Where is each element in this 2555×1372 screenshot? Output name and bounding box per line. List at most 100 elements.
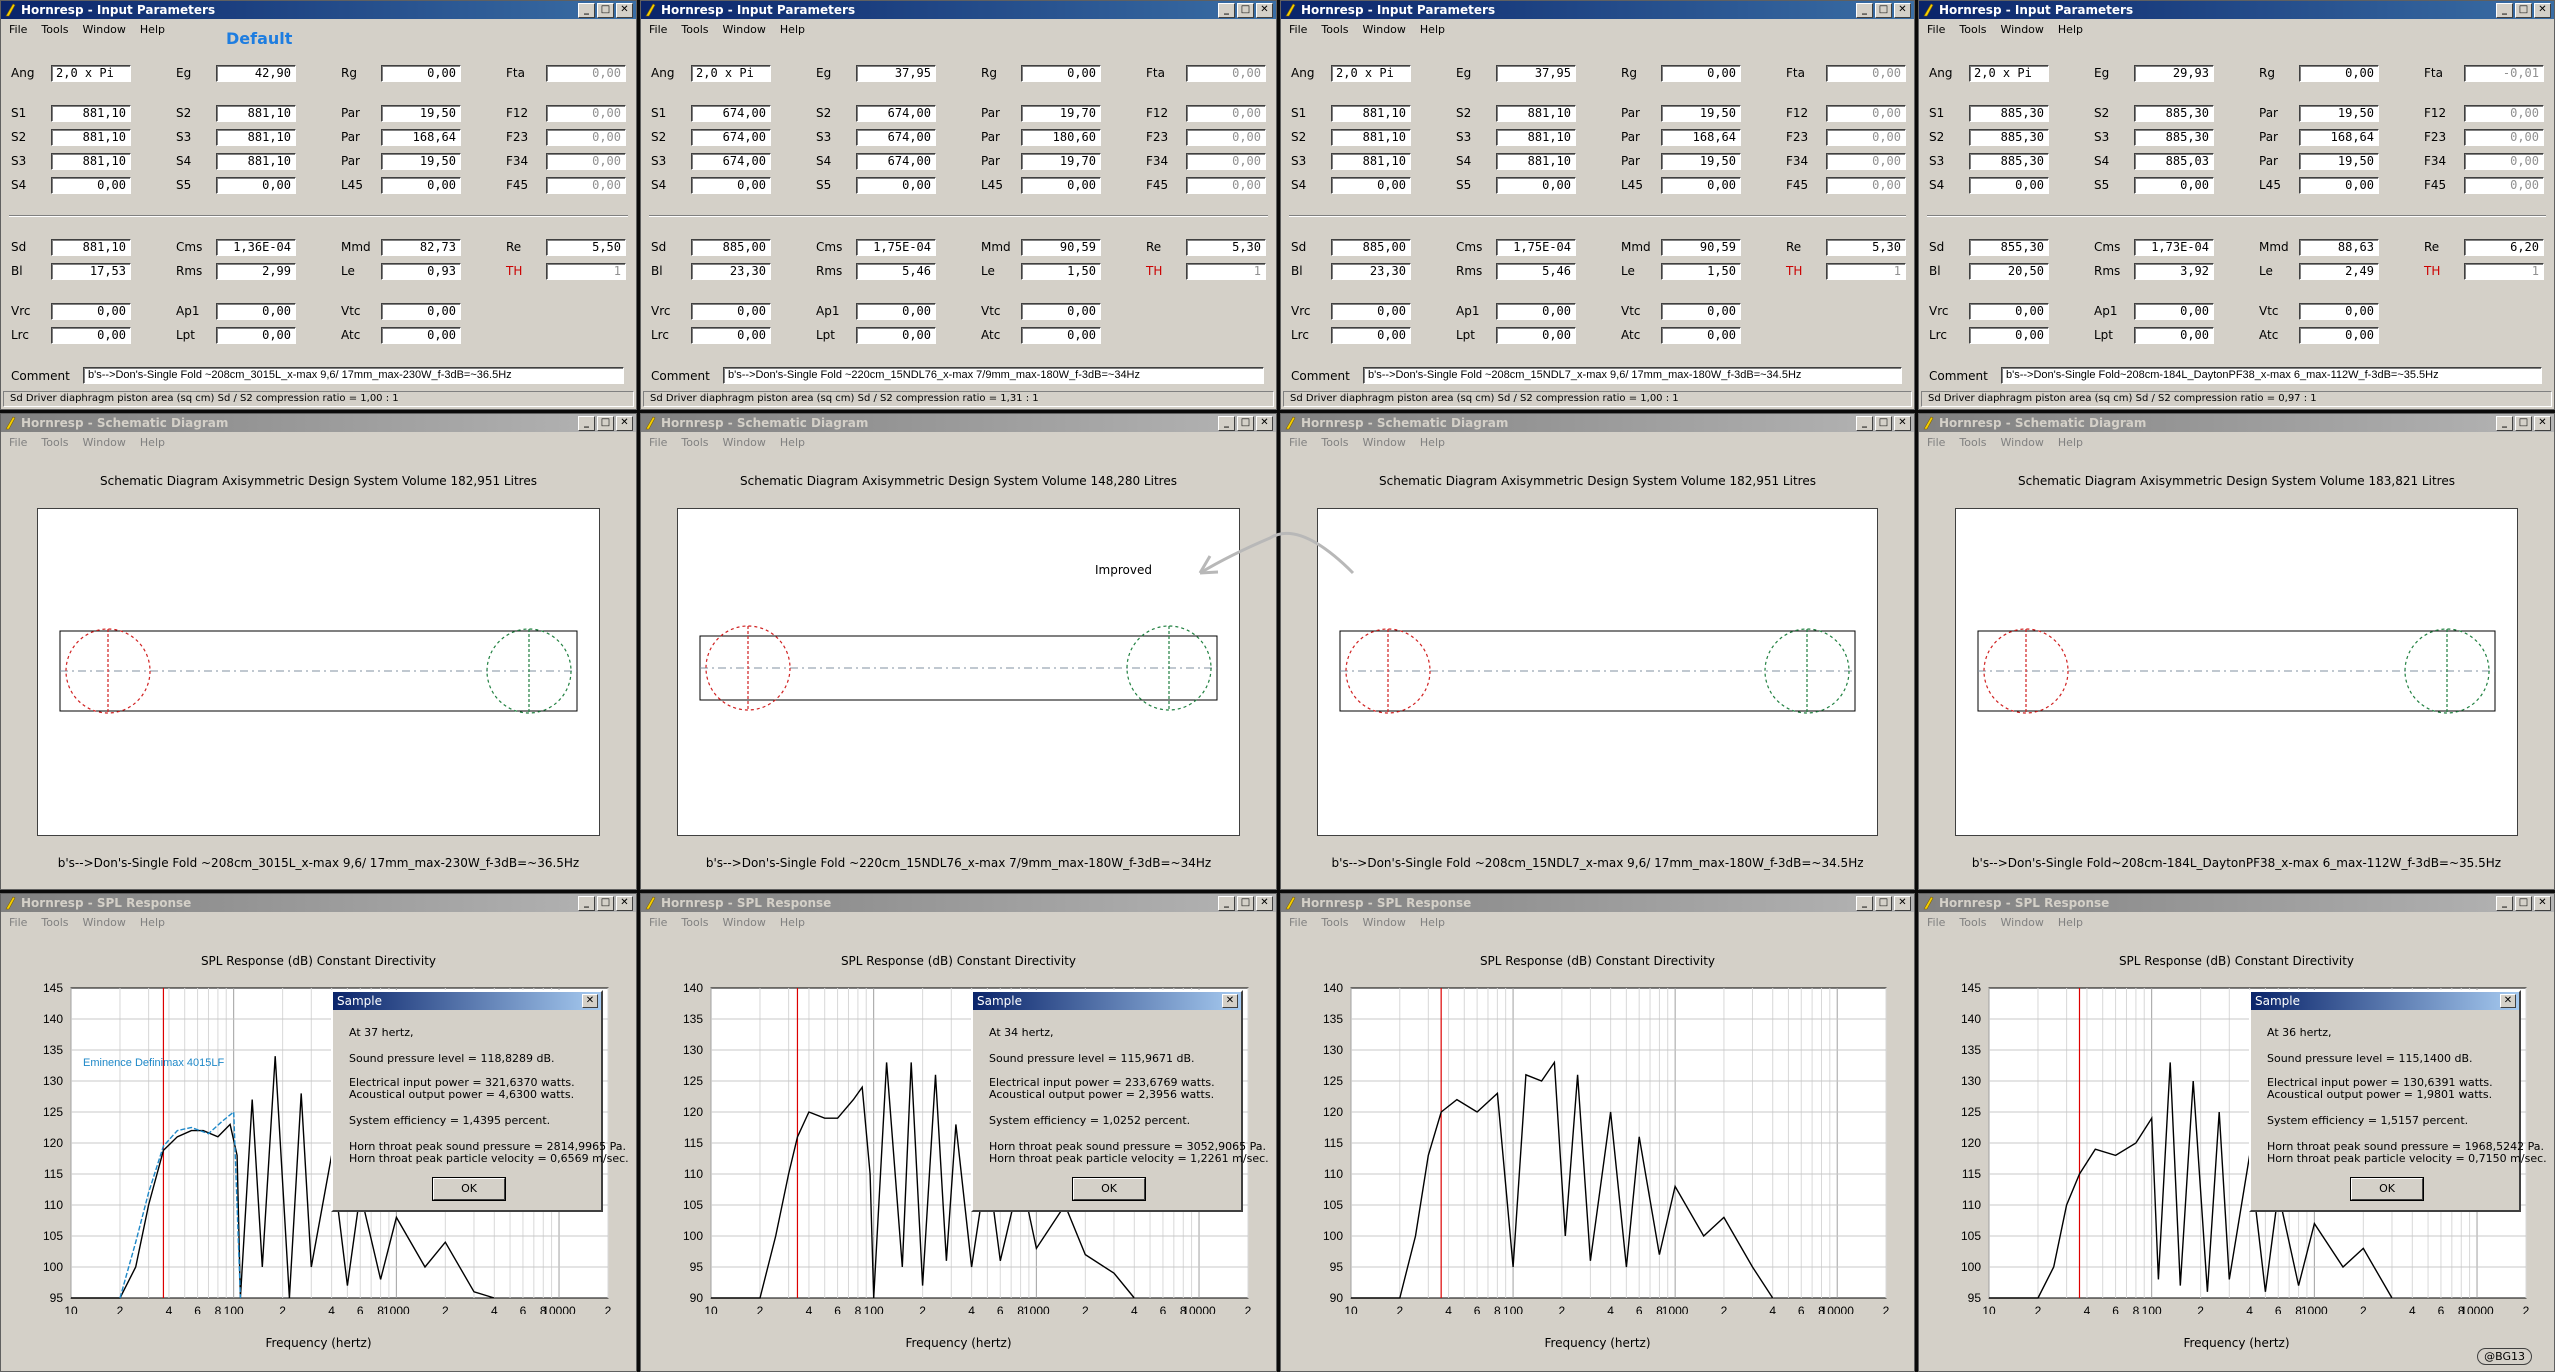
field-s3a[interactable]: 881,10 [1496, 129, 1576, 146]
menu-help[interactable]: Help [1412, 21, 1451, 39]
field-s5[interactable]: 0,00 [1496, 177, 1576, 194]
menu-help[interactable]: Help [2050, 434, 2089, 452]
field-vtc[interactable]: 0,00 [1661, 303, 1741, 320]
field-s3a[interactable]: 674,00 [856, 129, 936, 146]
field-fta[interactable]: 0,00 [1826, 65, 1906, 82]
menu-help[interactable]: Help [1412, 434, 1451, 452]
field-sd[interactable]: 855,30 [1969, 239, 2049, 256]
field-fta[interactable]: -0,01 [2464, 65, 2544, 82]
field-par3[interactable]: 19,50 [2299, 153, 2379, 170]
field-vrc[interactable]: 0,00 [1331, 303, 1411, 320]
field-s3a[interactable]: 885,30 [2134, 129, 2214, 146]
menu-file[interactable]: File [641, 434, 673, 452]
field-vtc[interactable]: 0,00 [2299, 303, 2379, 320]
field-lrc[interactable]: 0,00 [1969, 327, 2049, 344]
field-eg[interactable]: 29,93 [2134, 65, 2214, 82]
field-f12[interactable]: 0,00 [2464, 105, 2544, 122]
menu-window[interactable]: Window [75, 21, 132, 39]
field-rg[interactable]: 0,00 [1021, 65, 1101, 82]
close-button[interactable]: ✕ [616, 3, 633, 18]
field-s2a[interactable]: 885,30 [2134, 105, 2214, 122]
field-cms[interactable]: 1,75E-04 [856, 239, 936, 256]
comment-field[interactable]: b's-->Don's-Single Fold ~220cm_15NDL76_x… [723, 367, 1264, 384]
field-sd[interactable]: 881,10 [51, 239, 131, 256]
field-s3[interactable]: 881,10 [1331, 153, 1411, 170]
dialog-ok-button[interactable]: OK [2350, 1177, 2424, 1201]
close-button[interactable]: ✕ [2534, 416, 2551, 431]
field-ap1[interactable]: 0,00 [856, 303, 936, 320]
field-atc[interactable]: 0,00 [2299, 327, 2379, 344]
menu-tools[interactable]: Tools [33, 21, 74, 39]
field-s3[interactable]: 674,00 [691, 153, 771, 170]
menu-file[interactable]: File [1919, 434, 1951, 452]
field-par2[interactable]: 168,64 [381, 129, 461, 146]
field-s4[interactable]: 0,00 [51, 177, 131, 194]
field-f34[interactable]: 0,00 [1826, 153, 1906, 170]
field-f23[interactable]: 0,00 [1826, 129, 1906, 146]
field-vrc[interactable]: 0,00 [1969, 303, 2049, 320]
minimize-button[interactable]: _ [2496, 3, 2513, 18]
field-vrc[interactable]: 0,00 [691, 303, 771, 320]
field-bl[interactable]: 23,30 [691, 263, 771, 280]
field-l45[interactable]: 0,00 [1021, 177, 1101, 194]
field-ang[interactable]: 2,0 x Pi [1331, 65, 1411, 82]
field-lpt[interactable]: 0,00 [216, 327, 296, 344]
close-button[interactable]: ✕ [1894, 3, 1911, 18]
field-s1[interactable]: 885,30 [1969, 105, 2049, 122]
minimize-button[interactable]: _ [1218, 416, 1235, 431]
field-ang[interactable]: 2,0 x Pi [51, 65, 131, 82]
field-mmd[interactable]: 88,63 [2299, 239, 2379, 256]
menu-window[interactable]: Window [1355, 434, 1412, 452]
maximize-button[interactable]: □ [1237, 3, 1254, 18]
field-s2[interactable]: 885,30 [1969, 129, 2049, 146]
field-ap1[interactable]: 0,00 [216, 303, 296, 320]
menu-file[interactable]: File [641, 21, 673, 39]
field-l45[interactable]: 0,00 [2299, 177, 2379, 194]
menu-file[interactable]: File [1919, 21, 1951, 39]
menu-tools[interactable]: Tools [673, 21, 714, 39]
field-f45[interactable]: 0,00 [1826, 177, 1906, 194]
dialog-close-button[interactable]: ✕ [582, 994, 598, 1008]
field-th[interactable]: 1 [1186, 263, 1266, 280]
field-th[interactable]: 1 [2464, 263, 2544, 280]
menu-help[interactable]: Help [2050, 21, 2089, 39]
field-le[interactable]: 0,93 [381, 263, 461, 280]
field-vtc[interactable]: 0,00 [381, 303, 461, 320]
dialog-close-button[interactable]: ✕ [2500, 994, 2516, 1008]
field-cms[interactable]: 1,36E-04 [216, 239, 296, 256]
menu-tools[interactable]: Tools [1951, 21, 1992, 39]
field-par3[interactable]: 19,50 [1661, 153, 1741, 170]
field-s5[interactable]: 0,00 [2134, 177, 2214, 194]
field-f12[interactable]: 0,00 [1826, 105, 1906, 122]
menu-tools[interactable]: Tools [1313, 21, 1354, 39]
field-bl[interactable]: 20,50 [1969, 263, 2049, 280]
field-lrc[interactable]: 0,00 [51, 327, 131, 344]
field-f12[interactable]: 0,00 [1186, 105, 1266, 122]
field-re[interactable]: 5,30 [1186, 239, 1266, 256]
maximize-button[interactable]: □ [1875, 3, 1892, 18]
field-l45[interactable]: 0,00 [1661, 177, 1741, 194]
menu-help[interactable]: Help [132, 434, 171, 452]
menu-file[interactable]: File [1, 434, 33, 452]
field-lpt[interactable]: 0,00 [2134, 327, 2214, 344]
menu-window[interactable]: Window [715, 434, 772, 452]
field-th[interactable]: 1 [546, 263, 626, 280]
maximize-button[interactable]: □ [597, 416, 614, 431]
menu-window[interactable]: Window [1355, 21, 1412, 39]
maximize-button[interactable]: □ [1875, 416, 1892, 431]
menu-help[interactable]: Help [772, 21, 811, 39]
field-s2[interactable]: 881,10 [1331, 129, 1411, 146]
field-f34[interactable]: 0,00 [546, 153, 626, 170]
menu-file[interactable]: File [1, 21, 33, 39]
field-eg[interactable]: 42,90 [216, 65, 296, 82]
field-s2[interactable]: 881,10 [51, 129, 131, 146]
menu-file[interactable]: File [1281, 21, 1313, 39]
field-rg[interactable]: 0,00 [1661, 65, 1741, 82]
maximize-button[interactable]: □ [2515, 416, 2532, 431]
field-s1[interactable]: 674,00 [691, 105, 771, 122]
field-rg[interactable]: 0,00 [381, 65, 461, 82]
field-par1[interactable]: 19,50 [2299, 105, 2379, 122]
field-f23[interactable]: 0,00 [1186, 129, 1266, 146]
field-rms[interactable]: 5,46 [856, 263, 936, 280]
field-s4[interactable]: 0,00 [1331, 177, 1411, 194]
